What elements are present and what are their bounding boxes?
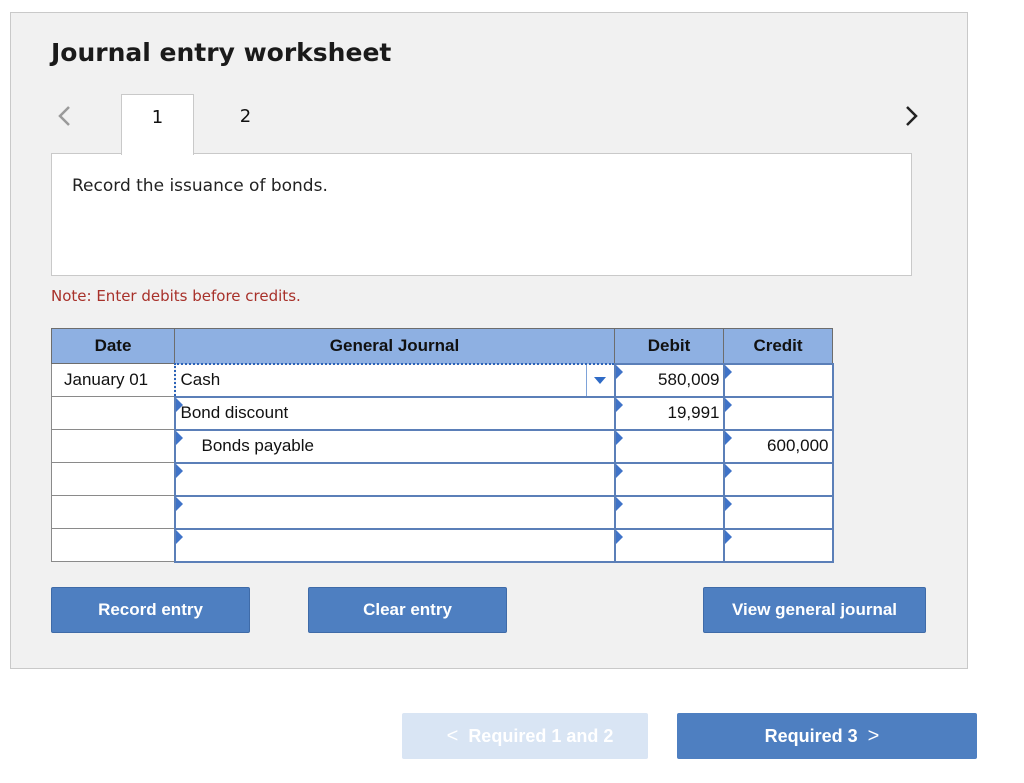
journal-row: January 01 Cash 580,009 [51, 362, 834, 398]
debit-input[interactable] [613, 428, 725, 464]
date-cell[interactable]: January 01 [51, 363, 175, 397]
account-input[interactable] [173, 527, 616, 563]
header-debit: Debit [614, 328, 724, 364]
instruction-text: Record the issuance of bonds. [72, 176, 328, 196]
date-cell[interactable] [51, 429, 175, 463]
date-cell[interactable] [51, 528, 175, 562]
record-entry-button[interactable]: Record entry [51, 587, 250, 633]
chevron-right-icon[interactable] [897, 101, 927, 131]
credit-input[interactable]: 600,000 [722, 428, 834, 464]
chevron-left-icon: < [446, 724, 459, 747]
prev-required-label: Required 1 and 2 [468, 725, 614, 746]
credit-input[interactable] [722, 395, 834, 431]
note-text: Note: Enter debits before credits. [51, 287, 301, 305]
header-date: Date [51, 328, 175, 364]
account-label: Bond discount [180, 403, 289, 422]
chevron-right-icon: > [867, 724, 880, 747]
account-label: Cash [180, 370, 221, 389]
account-input[interactable]: Bond discount [173, 395, 616, 431]
journal-header-row: Date General Journal Debit Credit [51, 328, 833, 364]
account-input[interactable] [173, 461, 616, 497]
instruction-box: Record the issuance of bonds. [51, 153, 912, 276]
debit-value: 580,009 [658, 370, 720, 389]
date-cell[interactable] [51, 396, 175, 430]
account-label: Bonds payable [201, 436, 314, 455]
tab-1[interactable]: 1 [121, 94, 194, 155]
next-required-button[interactable]: Required 3 > [677, 713, 977, 759]
credit-input[interactable] [722, 494, 834, 530]
worksheet-panel: Journal entry worksheet 1 2 Record the i… [10, 12, 968, 669]
journal-table: Date General Journal Debit Credit Januar… [51, 328, 834, 563]
clear-entry-button[interactable]: Clear entry [308, 587, 507, 633]
credit-input[interactable] [722, 362, 834, 398]
tab-2[interactable]: 2 [209, 94, 282, 154]
account-input[interactable]: Bonds payable [173, 428, 616, 464]
journal-row [51, 461, 834, 497]
credit-value: 600,000 [767, 436, 829, 455]
journal-row [51, 527, 834, 563]
journal-row: Bond discount 19,991 [51, 395, 834, 431]
header-credit: Credit [723, 328, 833, 364]
debit-input[interactable]: 580,009 [613, 362, 725, 398]
debit-input[interactable]: 19,991 [613, 395, 725, 431]
header-general-journal: General Journal [174, 328, 615, 364]
date-cell[interactable] [51, 462, 175, 496]
journal-row [51, 494, 834, 530]
account-select[interactable]: Cash [173, 362, 616, 398]
prev-required-button[interactable]: < Required 1 and 2 [402, 713, 648, 759]
chevron-left-icon[interactable] [49, 101, 79, 131]
date-cell[interactable] [51, 495, 175, 529]
view-general-journal-button[interactable]: View general journal [703, 587, 926, 633]
debit-input[interactable] [613, 461, 725, 497]
next-required-label: Required 3 [764, 725, 858, 746]
credit-input[interactable] [722, 461, 834, 497]
debit-value: 19,991 [667, 403, 720, 422]
worksheet-title: Journal entry worksheet [51, 38, 392, 67]
dropdown-caret-icon[interactable] [585, 364, 614, 396]
debit-input[interactable] [613, 527, 725, 563]
debit-input[interactable] [613, 494, 725, 530]
credit-input[interactable] [722, 527, 834, 563]
journal-row: Bonds payable 600,000 [51, 428, 834, 464]
account-input[interactable] [173, 494, 616, 530]
